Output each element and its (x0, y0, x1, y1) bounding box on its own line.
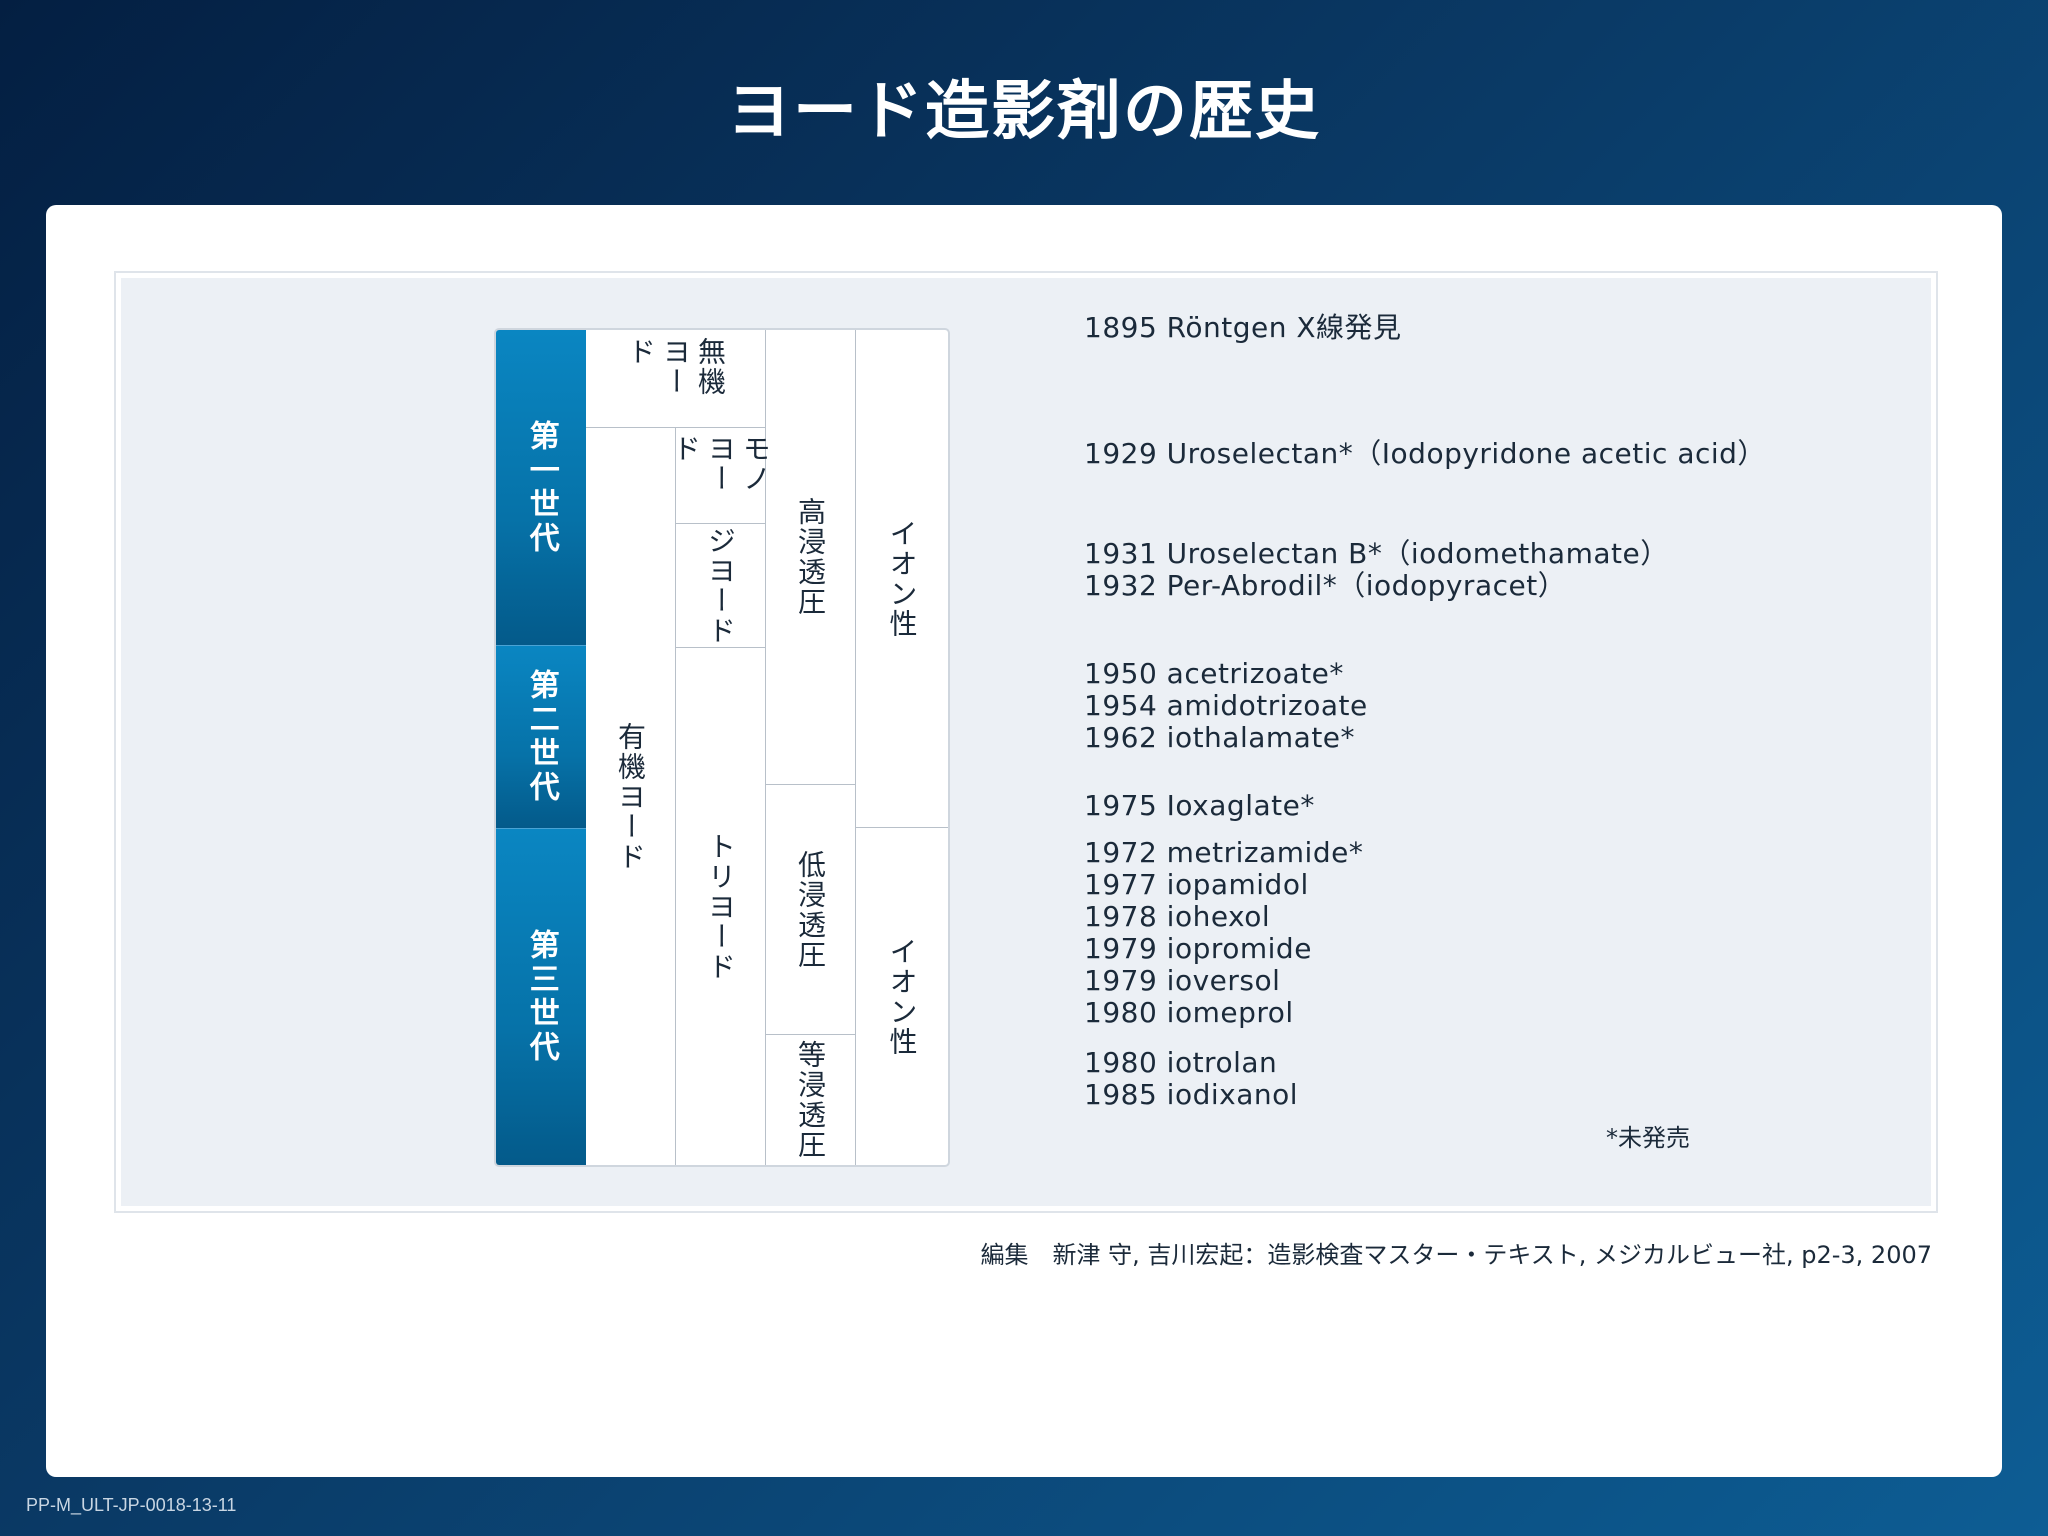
generation-2-cell: 第二世代 (496, 646, 586, 829)
timeline-entry: 1985 iodixanol (1084, 1078, 1299, 1111)
timeline-entry: 1975 Ioxaglate* (1084, 789, 1315, 822)
high-osmolality-label: 高浸透圧 (794, 497, 827, 617)
di-iodine-label: ジヨード (704, 525, 737, 646)
classification-table: 第一世代 第二世代 第三世代 無機ヨード 有機ヨード モノヨード ジヨード トリ… (494, 328, 950, 1167)
timeline-entry: 1962 iothalamate* (1084, 721, 1356, 754)
generation-1-cell: 第一世代 (496, 330, 586, 646)
timeline-entry: 1980 iotrolan (1084, 1046, 1278, 1079)
timeline-entry: 1932 Per-Abrodil*（iodopyracet） (1084, 569, 1567, 602)
timeline-entry: 1977 iopamidol (1084, 868, 1309, 901)
timeline-entry: 1979 ioversol (1084, 964, 1281, 997)
organic-iodine-label: 有機ヨード (614, 721, 647, 872)
high-osmolality-cell: 高浸透圧 (766, 330, 856, 785)
timeline-entry: 1972 metrizamide* (1084, 836, 1364, 869)
content-card: 第一世代 第二世代 第三世代 無機ヨード 有機ヨード モノヨード ジヨード トリ… (46, 205, 2002, 1477)
timeline-list: 1895 Röntgen X線発見 1929 Uroselectan*（Iodo… (1084, 278, 1784, 1178)
low-osmolality-label: 低浸透圧 (794, 849, 827, 970)
low-osmolality-cell: 低浸透圧 (766, 785, 856, 1035)
timeline-entry: 1950 acetrizoate* (1084, 657, 1344, 690)
history-panel: 第一世代 第二世代 第三世代 無機ヨード 有機ヨード モノヨード ジヨード トリ… (116, 273, 1936, 1211)
nonionic-label: イオン性 (885, 936, 919, 1057)
unreleased-note: *未発売 (1606, 1124, 1690, 1152)
nonionic-cell: イオン性 (856, 828, 948, 1165)
iso-osmolality-label: 等浸透圧 (794, 1040, 827, 1160)
inorganic-iodine-label: 無機ヨード (624, 336, 727, 397)
timeline-entry: 1980 iomeprol (1084, 996, 1294, 1029)
generation-3-cell: 第三世代 (496, 829, 586, 1165)
iso-osmolality-cell: 等浸透圧 (766, 1035, 856, 1165)
mono-iodine-cell: モノヨード (669, 428, 772, 524)
timeline-entry: 1931 Uroselectan B*（iodomethamate） (1084, 537, 1669, 570)
timeline-entry: 1954 amidotrizoate (1084, 689, 1368, 722)
generation-1-label: 第一世代 (523, 419, 559, 556)
organic-iodine-cell: 有機ヨード (586, 428, 676, 1165)
page-title: ヨード造影剤の歴史 (727, 75, 1321, 149)
timeline-entry: 1929 Uroselectan*（Iodopyridone acetic ac… (1084, 437, 1766, 470)
timeline-entry: 1978 iohexol (1084, 900, 1271, 933)
mono-iodine-label: モノヨード (669, 433, 772, 494)
document-code: PP-M_ULT-JP-0018-13-11 (26, 1495, 237, 1515)
generation-3-label: 第三世代 (523, 929, 559, 1065)
source-citation: 編集 新津 守, 吉川宏起：造影検査マスター・テキスト, メジカルビュー社, p… (980, 1241, 1932, 1269)
di-iodine-cell: ジヨード (676, 524, 766, 648)
generation-2-label: 第二世代 (523, 669, 559, 805)
ionic-label: イオン性 (885, 518, 919, 639)
inorganic-iodine-cell: 無機ヨード (586, 330, 766, 428)
timeline-entry: 1979 iopromide (1084, 932, 1312, 965)
ionic-cell: イオン性 (856, 330, 948, 828)
tri-iodine-cell: トリヨード (676, 648, 766, 1165)
tri-iodine-label: トリヨード (704, 831, 737, 982)
timeline-entry: 1895 Röntgen X線発見 (1084, 311, 1402, 344)
